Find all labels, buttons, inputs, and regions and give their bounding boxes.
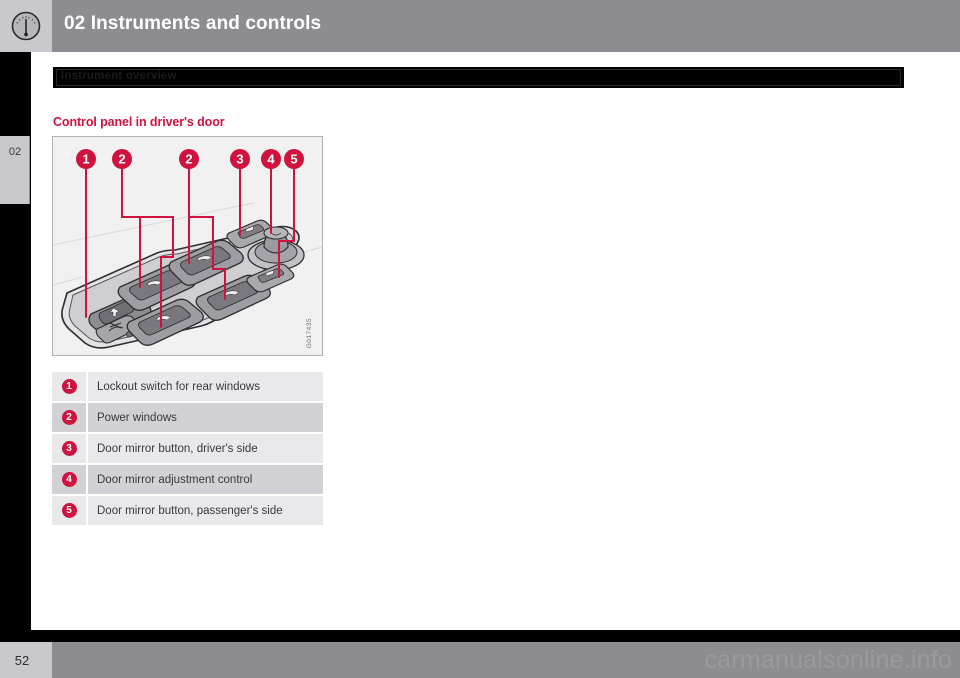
callout-2a: 2 [112, 149, 132, 169]
table-row: 4 Door mirror adjustment control [52, 465, 323, 494]
table-row: 1 Lockout switch for rear windows [52, 372, 323, 401]
illustration-figure: 1 2 2 3 4 5 G017435 [52, 136, 323, 356]
svg-text:2: 2 [185, 152, 192, 167]
svg-text:1: 1 [82, 152, 89, 167]
legend-table: 1 Lockout switch for rear windows 2 Powe… [52, 372, 323, 527]
callout-2b: 2 [179, 149, 199, 169]
svg-text:3: 3 [236, 152, 243, 167]
legend-text-cell: Lockout switch for rear windows [86, 372, 323, 401]
legend-text-cell: Door mirror adjustment control [86, 465, 323, 494]
status-badge: 1 [61, 379, 77, 394]
section-title: Instrument overview [61, 70, 177, 82]
legend-text-cell: Door mirror button, passenger's side [86, 496, 323, 525]
legend-number-cell: 5 [52, 496, 86, 525]
table-row: 3 Door mirror button, driver's side [52, 434, 323, 463]
page-footer: 52 carmanualsonline.info [0, 642, 960, 678]
legend-number-cell: 2 [52, 403, 86, 432]
legend-number-cell: 3 [52, 434, 86, 463]
watermark: carmanualsonline.info [704, 646, 952, 674]
status-badge: 2 [61, 410, 77, 425]
chapter-tab-label: 02 [8, 146, 22, 158]
subsection-title: Control panel in driver's door [53, 115, 225, 129]
page-header: 02 Instruments and controls [0, 0, 960, 52]
svg-text:2: 2 [118, 152, 125, 167]
page-content: 02 Instrument overview Control panel in … [0, 52, 960, 630]
svg-text:5: 5 [290, 152, 297, 167]
legend-number-cell: 1 [52, 372, 86, 401]
callout-5: 5 [284, 149, 304, 169]
status-badge: 5 [61, 503, 77, 518]
table-row: 5 Door mirror button, passenger's side [52, 496, 323, 525]
svg-text:4: 4 [267, 152, 275, 167]
table-row: 2 Power windows [52, 403, 323, 432]
callout-3: 3 [230, 149, 250, 169]
legend-text-cell: Power windows [86, 403, 323, 432]
page-number-box: 52 [0, 642, 52, 678]
page-title: 02 Instruments and controls [64, 13, 322, 34]
legend-number-cell: 4 [52, 465, 86, 494]
gauge-icon [11, 11, 41, 41]
callout-1: 1 [76, 149, 96, 169]
control-panel-illustration: 1 2 2 3 4 5 [53, 137, 322, 355]
section-title-bar: Instrument overview [52, 66, 905, 89]
illustration-code: G017435 [306, 315, 318, 350]
status-badge: 4 [61, 472, 77, 487]
status-badge: 3 [61, 441, 77, 456]
page-number: 52 [14, 653, 30, 668]
chapter-icon-box [0, 0, 52, 52]
callout-4: 4 [261, 149, 281, 169]
legend-text-cell: Door mirror button, driver's side [86, 434, 323, 463]
section-title-bar-inner [56, 69, 901, 86]
chapter-tab-02[interactable]: 02 [0, 136, 30, 204]
